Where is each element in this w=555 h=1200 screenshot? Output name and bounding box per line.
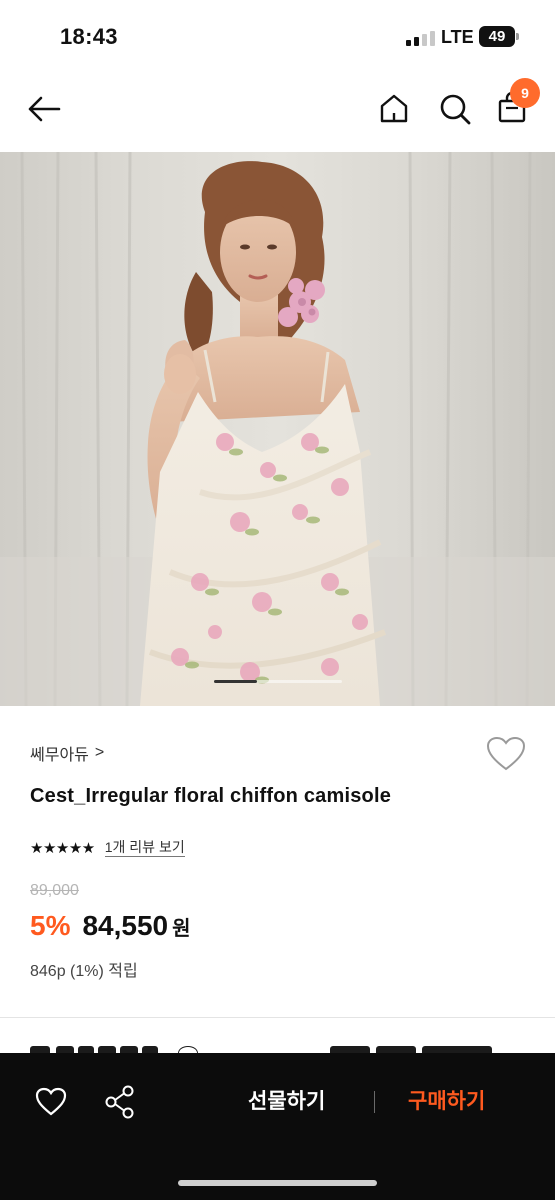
wishlist-button[interactable] xyxy=(486,736,526,772)
chevron-right-icon: > xyxy=(94,744,105,761)
cart-count-badge: 9 xyxy=(510,78,540,108)
gift-button[interactable]: 선물하기 xyxy=(248,1085,325,1115)
rating-row: ★★★★★ 1개 리뷰 보기 xyxy=(30,838,185,857)
signal-icon xyxy=(406,30,436,46)
brand-name: 쎄무아듀 xyxy=(30,747,89,764)
search-icon xyxy=(440,94,471,125)
heart-outline-icon xyxy=(486,736,526,771)
home-icon xyxy=(380,94,408,123)
reward-points: 846p (1%) 적립 xyxy=(30,963,138,980)
discount-rate: 5% xyxy=(30,910,71,941)
bottom-action-bar xyxy=(0,1053,555,1200)
status-bar: 18:43 LTE 49 xyxy=(0,0,555,70)
top-nav xyxy=(0,70,555,152)
search-button[interactable] xyxy=(438,92,472,131)
product-photo xyxy=(0,152,555,706)
brand-link[interactable]: 쎄무아듀 > xyxy=(30,741,104,765)
status-time: 18:43 xyxy=(60,24,118,49)
back-button[interactable] xyxy=(26,94,62,129)
image-pager-indicator xyxy=(214,680,257,683)
star-rating-icon: ★★★★★ xyxy=(30,839,95,857)
review-link[interactable]: 1개 리뷰 보기 xyxy=(104,838,185,857)
arrow-left-icon xyxy=(28,96,61,122)
home-button[interactable] xyxy=(378,92,410,129)
bottom-wishlist-button[interactable] xyxy=(35,1087,67,1122)
product-image[interactable] xyxy=(0,152,555,706)
sale-price: 84,550 xyxy=(82,910,169,941)
share-button[interactable] xyxy=(104,1084,136,1125)
battery-icon: 49 xyxy=(479,26,519,47)
home-indicator[interactable] xyxy=(178,1180,377,1186)
price-row: 5% 84,550 원 xyxy=(30,910,191,942)
image-pager xyxy=(214,680,342,683)
product-title: Cest_Irregular floral chiffon camisole xyxy=(30,785,392,807)
buy-button[interactable]: 구매하기 xyxy=(408,1085,485,1115)
original-price: 89,000 xyxy=(30,882,79,899)
section-divider xyxy=(0,1017,555,1018)
heart-outline-icon xyxy=(35,1087,67,1116)
network-label: LTE xyxy=(441,27,474,47)
share-icon xyxy=(105,1085,134,1119)
action-divider xyxy=(374,1091,375,1113)
currency-label: 원 xyxy=(172,918,191,940)
